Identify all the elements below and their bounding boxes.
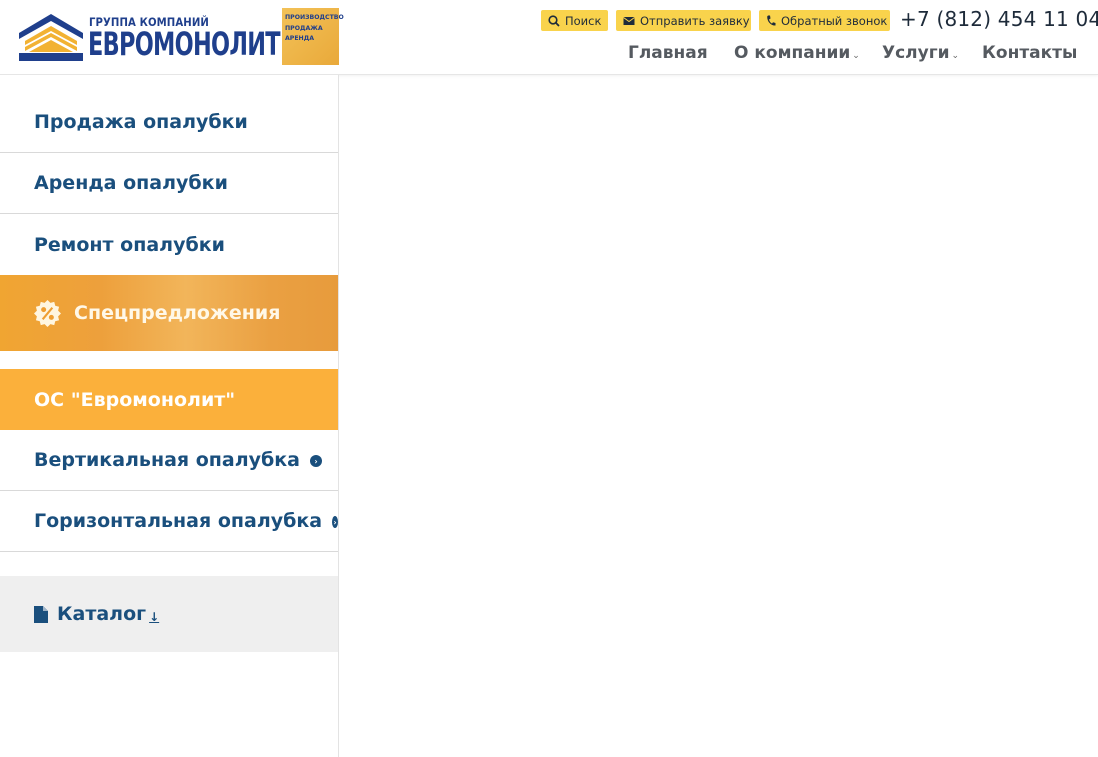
chevron-down-icon: ⌄ [852,51,860,61]
percent-badge-icon [34,299,61,327]
logo-badge-line: ПРОДАЖА [285,24,323,32]
document-icon [34,605,48,623]
sidebar-item-sale[interactable]: Продажа опалубки [0,92,338,153]
chevron-right-circle-icon: › [332,516,338,528]
nav-contacts-label: Контакты [982,43,1078,63]
nav-about[interactable]: О компании ⌄ [734,43,860,63]
site-header: ГРУППА КОМПАНИЙ ЕВРОМОНОЛИТ ПРОИЗВОДСТВО… [0,0,1098,75]
company-logo[interactable]: ГРУППА КОМПАНИЙ ЕВРОМОНОЛИТ ПРОИЗВОДСТВО… [19,8,344,67]
nav-services-label: Услуги [882,43,950,63]
main-content-area [339,76,1098,757]
logo-badge-line: АРЕНДА [285,35,315,42]
nav-home-label: Главная [628,43,708,63]
send-request-label: Отправить заявку [640,13,750,28]
search-icon [548,14,560,27]
logo-name: ЕВРОМОНОЛИТ [88,25,281,63]
sidebar-item-repair[interactable]: Ремонт опалубки [0,214,338,275]
download-arrow-icon: ↓ [149,609,160,624]
catalog-download-link[interactable]: Каталог ↓ [0,576,338,652]
nav-home[interactable]: Главная [628,43,708,63]
logo-badge: ПРОИЗВОДСТВО ПРОДАЖА АРЕНДА [282,8,344,65]
logo-building-icon [19,14,83,61]
search-button-label: Поиск [565,13,602,28]
sidebar-item-vertical-formwork[interactable]: Вертикальная опалубка › [0,430,338,491]
nav-services[interactable]: Услуги ⌄ [882,43,959,63]
sidebar-item-rent[interactable]: Аренда опалубки [0,153,338,214]
search-button[interactable]: Поиск [541,10,608,31]
sidebar-item-os-evromonolit[interactable]: ОС "Евромонолит" [0,369,338,430]
catalog-label: Каталог [57,603,147,625]
chevron-down-icon: ⌄ [951,51,960,61]
sidebar-item-horizontal-formwork[interactable]: Горизонтальная опалубка › [0,491,338,552]
sidebar-item-label: Аренда опалубки [34,172,228,194]
special-offers-label: Спецпредложения [74,302,281,324]
logo-badge-line: ПРОИЗВОДСТВО [285,14,344,21]
sidebar-item-label: Продажа опалубки [34,111,248,133]
nav-about-label: О компании [734,43,851,63]
nav-contacts[interactable]: Контакты [982,43,1077,63]
sidebar-item-label: Горизонтальная опалубка [34,510,323,532]
envelope-icon [623,15,635,27]
special-offers-banner[interactable]: Спецпредложения [0,275,338,351]
sidebar-menu: Продажа опалубки Аренда опалубки Ремонт … [0,75,339,757]
phone-number[interactable]: +7 (812) 454 11 04 [900,7,1098,31]
sidebar-item-label: Вертикальная опалубка [34,449,300,471]
chevron-right-circle-icon: › [310,455,322,467]
callback-label: Обратный звонок [781,13,888,28]
send-request-button[interactable]: Отправить заявку [616,10,751,31]
phone-icon [766,15,776,27]
sidebar-item-label: Ремонт опалубки [34,233,225,256]
sidebar-item-label: ОС "Евромонолит" [34,388,236,411]
callback-button[interactable]: Обратный звонок [759,10,890,31]
